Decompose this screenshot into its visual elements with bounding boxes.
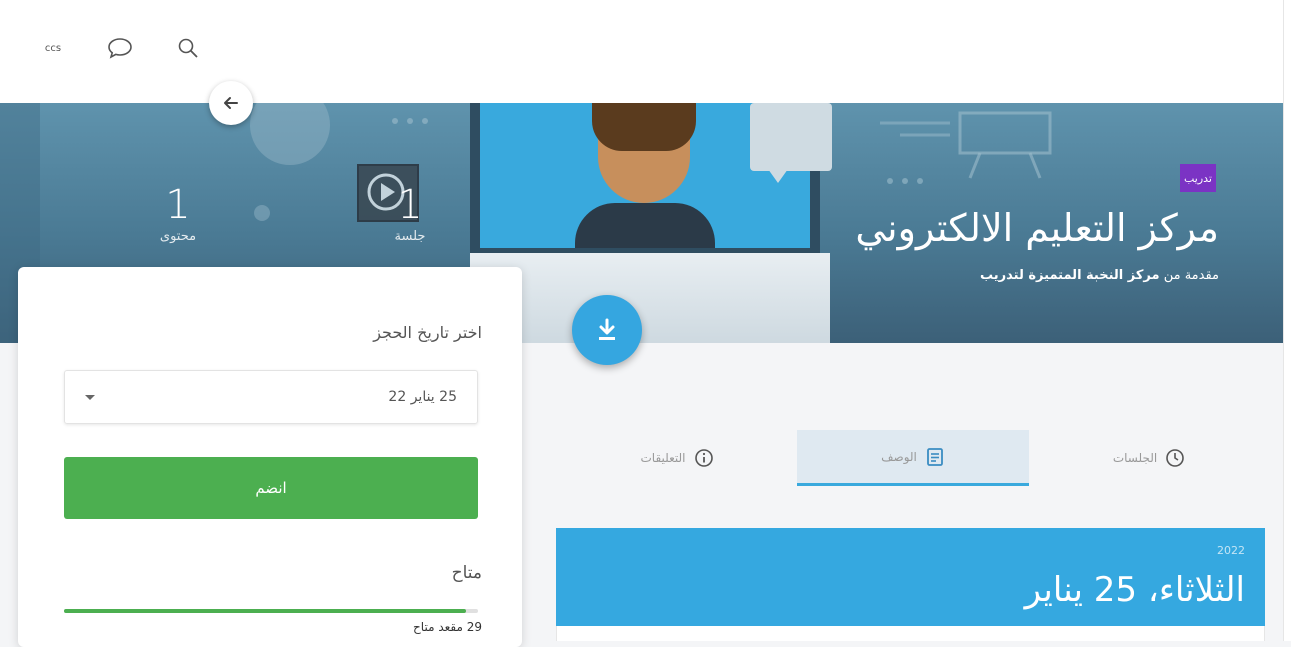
availability-bar-fill xyxy=(64,609,466,613)
search-icon[interactable] xyxy=(173,36,203,60)
tab-sessions[interactable]: الجلسات xyxy=(1033,430,1265,486)
top-bar: ccs xyxy=(0,0,1283,103)
download-button[interactable] xyxy=(572,295,642,365)
session-year: 2022 xyxy=(1217,544,1245,557)
tab-sessions-label: الجلسات xyxy=(1112,451,1158,465)
available-seats: 29 مقعد متاح xyxy=(413,620,482,634)
selected-date: 25 يناير 22 xyxy=(388,389,457,405)
session-list-body xyxy=(556,626,1265,641)
tab-comments-label: التعليقات xyxy=(640,451,686,465)
category-tag[interactable]: تدريب xyxy=(1180,164,1216,192)
booking-card: اختر تاريخ الحجز 25 يناير 22 انضم متاح 2… xyxy=(18,267,522,647)
speech-bubble-tail xyxy=(768,169,788,183)
join-button[interactable]: انضم xyxy=(64,457,478,519)
booking-date-label: اختر تاريخ الحجز xyxy=(373,323,482,342)
monitor-base xyxy=(470,253,830,343)
booking-date-select[interactable]: 25 يناير 22 xyxy=(64,370,478,424)
session-date-header: 2022 الثلاثاء، 25 يناير xyxy=(556,528,1265,626)
provider-link[interactable]: مركز النخبة المتميزة لتدريب xyxy=(980,268,1160,283)
session-day: الثلاثاء، 25 يناير xyxy=(1024,570,1245,610)
description-icon xyxy=(927,447,943,466)
back-button[interactable] xyxy=(209,81,253,125)
session-count: 1 xyxy=(397,182,423,228)
speech-bubble xyxy=(750,103,832,171)
availability-bar xyxy=(64,609,478,613)
chevron-down-icon xyxy=(85,394,95,400)
course-subtitle: مقدمة من مركز النخبة المتميزة لتدريب xyxy=(980,268,1219,283)
tab-comments[interactable]: التعليقات xyxy=(561,430,793,486)
right-border xyxy=(1283,0,1291,641)
session-stat: 1 جلسة xyxy=(365,185,455,244)
chat-icon[interactable] xyxy=(105,36,135,60)
content-count: 1 xyxy=(165,182,191,228)
content-tabs: الجلسات الوصف التعليقات xyxy=(555,430,1265,488)
tab-description[interactable]: الوصف xyxy=(797,430,1029,486)
info-icon xyxy=(694,449,713,467)
tab-description-label: الوصف xyxy=(881,449,917,464)
availability-label: متاح xyxy=(451,563,482,583)
download-icon xyxy=(599,318,615,340)
ccs-logo[interactable]: ccs xyxy=(38,36,68,60)
course-title: مركز التعليم الالكتروني xyxy=(855,206,1219,250)
person-hair xyxy=(592,103,696,151)
session-label: جلسة xyxy=(394,229,426,244)
person-body xyxy=(575,203,715,248)
arrow-left-icon xyxy=(224,97,238,109)
subtitle-prefix: مقدمة من xyxy=(1163,268,1219,283)
content-label: محتوى xyxy=(159,229,197,244)
clock-icon xyxy=(1166,449,1184,467)
content-stat: 1 محتوى xyxy=(143,185,213,244)
